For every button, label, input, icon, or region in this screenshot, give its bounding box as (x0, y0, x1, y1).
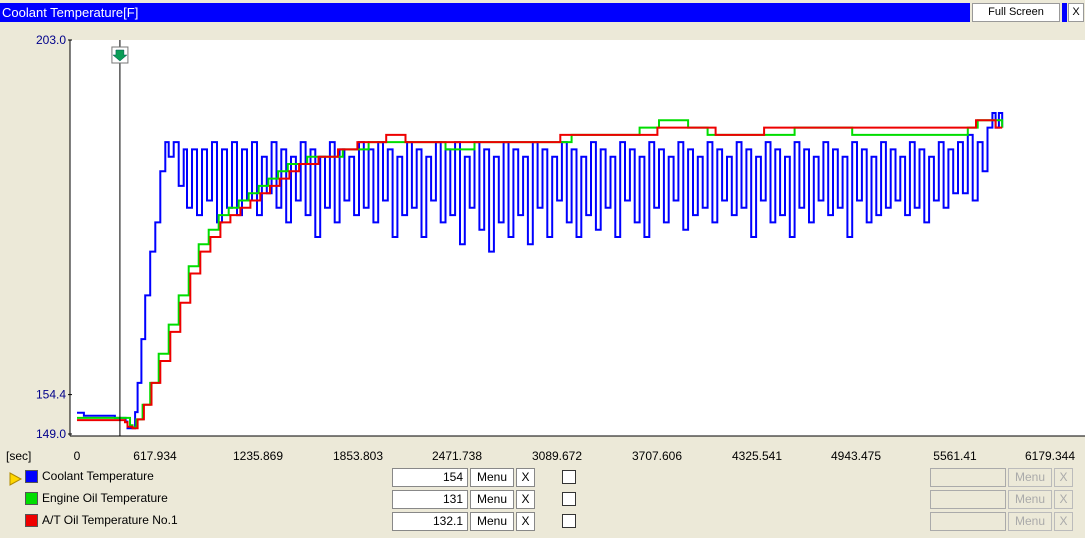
cursor-marker[interactable] (111, 46, 129, 64)
x-tick-label: 6179.344 (1024, 449, 1076, 463)
x-tick-label: 3707.606 (631, 449, 683, 463)
x-tick-label: 4325.541 (731, 449, 783, 463)
series-checkbox[interactable] (562, 492, 576, 506)
x-tick-label: 2471.738 (431, 449, 483, 463)
series-menu-button[interactable]: Menu (470, 490, 514, 509)
series-color-swatch (25, 492, 38, 505)
title-accent-strip (1062, 3, 1067, 22)
x-axis-unit: [sec] (6, 449, 32, 463)
series-checkbox[interactable] (562, 514, 576, 528)
series-menu-button[interactable]: Menu (470, 468, 514, 487)
series-menu-button[interactable]: Menu (470, 512, 514, 531)
legend-row[interactable]: A/T Oil Temperature No.1 132.1 Menu X Menu X (0, 511, 1085, 533)
x-tick-label: 5561.41 (933, 449, 977, 463)
series-remove-button[interactable]: X (516, 490, 535, 509)
x-tick-label: 617.934 (133, 449, 177, 463)
y-tick-label: 154.4 (36, 388, 66, 402)
series-label: Coolant Temperature (42, 469, 154, 483)
close-button[interactable]: X (1068, 3, 1084, 22)
legend-row[interactable]: Engine Oil Temperature 131 Menu X Menu X (0, 489, 1085, 511)
series-color-swatch (25, 470, 38, 483)
full-screen-button[interactable]: Full Screen (972, 3, 1060, 22)
active-series-marker-icon (9, 472, 23, 486)
y-tick-label: 149.0 (36, 427, 66, 441)
series-remove-button[interactable]: X (516, 512, 535, 531)
secondary-menu-button: Menu (1008, 490, 1052, 509)
series-label: A/T Oil Temperature No.1 (42, 513, 178, 527)
series-value-field[interactable]: 154 (392, 468, 468, 487)
secondary-menu-button: Menu (1008, 512, 1052, 531)
secondary-value-field (930, 468, 1006, 487)
legend-row[interactable]: Coolant Temperature 154 Menu X Menu X (0, 467, 1085, 489)
secondary-menu-button: Menu (1008, 468, 1052, 487)
x-tick-label: 1853.803 (332, 449, 384, 463)
window-title: Coolant Temperature[F] (0, 3, 970, 22)
series-checkbox[interactable] (562, 470, 576, 484)
title-bar: Coolant Temperature[F] Full Screen X (0, 0, 1085, 26)
secondary-value-field (930, 512, 1006, 531)
series-value-field[interactable]: 132.1 (392, 512, 468, 531)
graph-area[interactable]: 203.0 154.4 149.0 (0, 26, 1085, 446)
secondary-remove-button: X (1054, 468, 1073, 487)
series-remove-button[interactable]: X (516, 468, 535, 487)
series-color-swatch (25, 514, 38, 527)
x-tick-label: 3089.672 (531, 449, 583, 463)
secondary-remove-button: X (1054, 490, 1073, 509)
x-axis-labels: [sec] 0 617.934 1235.869 1853.803 2471.738 30… (0, 446, 1085, 466)
x-tick-label: 4943.475 (830, 449, 882, 463)
y-tick-label: 203.0 (36, 33, 66, 47)
x-tick-label: 1235.869 (232, 449, 284, 463)
series-value-field[interactable]: 131 (392, 490, 468, 509)
series-label: Engine Oil Temperature (42, 491, 168, 505)
secondary-remove-button: X (1054, 512, 1073, 531)
x-tick-label: 0 (73, 449, 81, 463)
secondary-value-field (930, 490, 1006, 509)
